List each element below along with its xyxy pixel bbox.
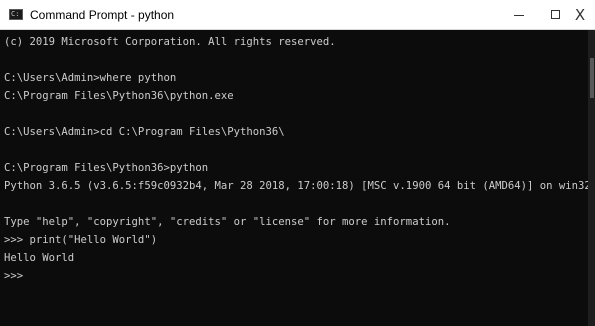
minimize-icon: [514, 15, 524, 16]
console-output-area[interactable]: (c) 2019 Microsoft Corporation. All righ…: [0, 30, 588, 326]
close-button[interactable]: X: [565, 0, 595, 29]
close-icon: X: [574, 5, 586, 24]
maximize-icon: [550, 10, 560, 19]
console-prompt-line[interactable]: >>>: [4, 267, 588, 285]
console-line: Python 3.6.5 (v3.6.5:f59c0932b4, Mar 28 …: [4, 180, 588, 192]
console-line: C:\Users\Admin>where python: [4, 72, 177, 84]
window-title: Command Prompt - python: [30, 8, 175, 22]
console-output: (c) 2019 Microsoft Corporation. All righ…: [4, 33, 588, 285]
console-line: Type "help", "copyright", "credits" or "…: [4, 216, 451, 228]
title-bar[interactable]: C: Command Prompt - python X: [0, 0, 595, 30]
vertical-scrollbar[interactable]: [588, 30, 595, 326]
console-line: Hello World: [4, 252, 75, 264]
command-prompt-icon[interactable]: C:: [9, 9, 23, 20]
console-line: (c) 2019 Microsoft Corporation. All righ…: [4, 36, 336, 48]
command-prompt-window: C: Command Prompt - python X (c) 2019 Mi…: [0, 0, 595, 326]
console-line: C:\Program Files\Python36\python.exe: [4, 90, 234, 102]
console-line: C:\Program Files\Python36>python: [4, 162, 209, 174]
scrollbar-thumb[interactable]: [590, 58, 594, 98]
console-line: C:\Users\Admin>cd C:\Program Files\Pytho…: [4, 126, 285, 138]
console-line: >>> print("Hello World"): [4, 234, 158, 246]
prompt-glyph: C:: [11, 10, 20, 18]
